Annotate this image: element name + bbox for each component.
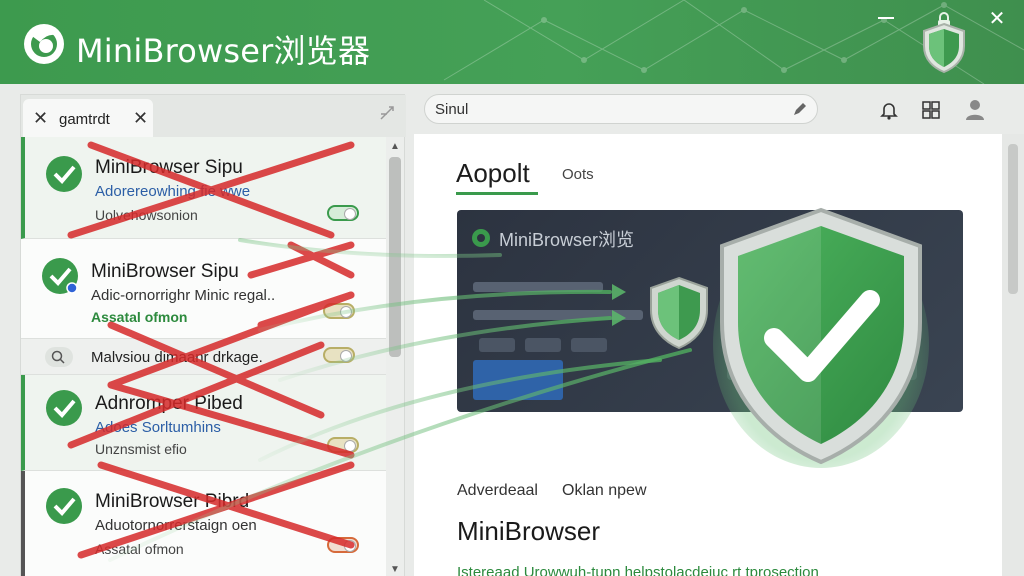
item-meta: Assatal ofmon (91, 309, 188, 325)
tab-strip: ✕ gamtrdt ✕ (21, 95, 406, 137)
enable-toggle[interactable] (323, 303, 355, 319)
edit-icon[interactable] (791, 100, 809, 118)
bell-icon[interactable] (880, 100, 898, 120)
list-item[interactable]: MiniBrowser Sipu Adorereowhing fie wwe U… (21, 137, 386, 239)
minimize-button[interactable] (878, 17, 894, 19)
title-bar: MiniBrowser浏览器 ✕ (0, 0, 1024, 84)
item-title: Adnromper Pibed (95, 393, 243, 414)
extension-list: MiniBrowser Sipu Adorereowhing fie wwe U… (21, 137, 386, 576)
item-title: MiniBrowser Sipu (95, 157, 243, 178)
browser-tab[interactable]: ✕ gamtrdt ✕ (23, 99, 153, 137)
item-meta: Uolvehowsonion (95, 207, 198, 223)
enable-toggle[interactable] (327, 537, 359, 553)
check-icon (46, 390, 82, 426)
app-title: MiniBrowser浏览器 (76, 32, 371, 70)
right-scrollbar[interactable] (1002, 134, 1024, 576)
profile-icon[interactable] (964, 98, 986, 122)
search-icon[interactable] (45, 347, 73, 367)
enable-toggle[interactable] (327, 205, 359, 221)
tab-other[interactable]: Oots (562, 166, 594, 183)
search-row[interactable]: Malvsiou dimaanr drkage. (21, 339, 386, 375)
active-tab-indicator (456, 192, 538, 195)
hero-chip (479, 338, 515, 352)
left-panel: ✕ gamtrdt ✕ MiniBrowser Sipu Adorereowhi… (20, 94, 406, 576)
description-text: Istereaad Urowwuh-tupn helpstolacdeiuc r… (457, 566, 937, 576)
extensions-icon[interactable] (922, 101, 940, 119)
list-item[interactable]: Adnromper Pibed Adoes Sorltumhins Unznsm… (21, 375, 386, 471)
protection-shield-icon (713, 207, 929, 468)
item-meta: Unznsmist efio (95, 441, 187, 457)
close-button[interactable]: ✕ (988, 9, 1006, 29)
small-shield-icon (650, 276, 708, 350)
tab-close-icon[interactable]: ✕ (133, 108, 148, 129)
list-item[interactable]: MiniBrowser Pibrd Aduotornorrerstaign oe… (21, 471, 386, 576)
hero-text-line (473, 310, 643, 320)
description-line: Istereaad Urowwuh-tupn helpstolacdeiuc r… (457, 566, 819, 576)
tab-label: gamtrdt (59, 111, 110, 128)
hero-chip (571, 338, 607, 352)
split-view-icon[interactable] (379, 105, 397, 123)
section-label: Adverdeaal (457, 482, 538, 499)
item-subtitle: Adoes Sorltumhins (95, 419, 221, 436)
product-name: MiniBrowser (457, 516, 601, 546)
right-scroll-thumb[interactable] (1008, 144, 1018, 294)
enable-toggle[interactable] (327, 437, 359, 453)
check-icon (46, 488, 82, 524)
search-result-text: Malvsiou dimaanr drkage. (91, 349, 263, 366)
item-meta: Assatal ofmon (95, 541, 184, 557)
scroll-up-icon[interactable]: ▲ (390, 141, 400, 152)
scroll-down-icon[interactable]: ▼ (390, 564, 400, 575)
item-title: MiniBrowser Sipu (91, 261, 239, 282)
item-subtitle: Adorereowhing fie wwe (95, 183, 251, 200)
left-scrollbar[interactable]: ▲ ▼ (386, 137, 404, 576)
hero-title: MiniBrowser浏览 (499, 230, 635, 250)
toolbar: Sinul (412, 88, 1012, 132)
check-icon (42, 258, 78, 294)
hero-logo-icon (472, 229, 490, 247)
address-bar[interactable]: Sinul (424, 94, 818, 124)
check-icon (46, 156, 82, 192)
tab-about[interactable]: Aopolt (456, 158, 530, 189)
close-icon[interactable]: ✕ (33, 108, 48, 129)
app-logo-icon (24, 24, 64, 64)
address-text: Sinul (435, 101, 469, 118)
enable-toggle[interactable] (323, 347, 355, 363)
hero-chip (525, 338, 561, 352)
security-shield-icon[interactable] (921, 22, 967, 74)
section-link[interactable]: Oklan npew (562, 482, 647, 500)
hero-text-line (473, 282, 603, 292)
item-subtitle: Aduotornorrerstaign oen (95, 517, 257, 534)
item-subtitle: Adic-ornorrighr Minic regal.. (91, 287, 276, 304)
list-item[interactable]: MiniBrowser Sipu Adic-ornorrighr Minic r… (21, 239, 386, 339)
scroll-thumb[interactable] (389, 157, 401, 357)
hero-card (473, 360, 563, 400)
item-title: MiniBrowser Pibrd (95, 491, 250, 512)
